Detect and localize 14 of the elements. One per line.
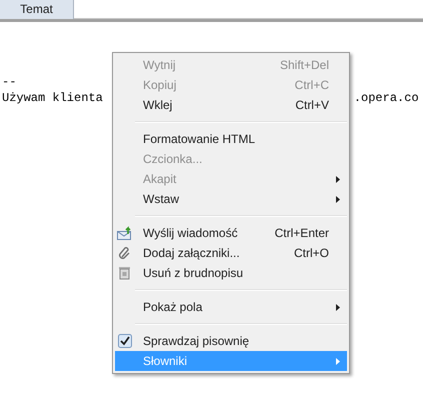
menu-item[interactable]: Formatowanie HTML xyxy=(115,129,347,149)
menu-item[interactable]: Pokaż pola xyxy=(115,297,347,317)
envelope-icon xyxy=(116,226,132,240)
menu-item[interactable]: Sprawdzaj pisownię xyxy=(115,331,347,351)
menu-item[interactable]: Usuń z brudnopisu xyxy=(115,263,347,283)
menu-item[interactable]: Wstaw xyxy=(115,189,347,209)
trash-icon xyxy=(118,266,131,280)
subject-label: Temat xyxy=(0,0,74,19)
signature-separator: -- xyxy=(2,74,16,90)
menu-item[interactable]: Wyślij wiadomość Ctrl+Enter xyxy=(115,223,347,243)
paperclip-icon xyxy=(118,246,132,260)
menu-item[interactable]: Wklej Ctrl+V xyxy=(115,95,347,115)
signature-text: Używam klienta xyxy=(2,90,103,106)
menu-item[interactable]: Dodaj załączniki... Ctrl+O xyxy=(115,243,347,263)
